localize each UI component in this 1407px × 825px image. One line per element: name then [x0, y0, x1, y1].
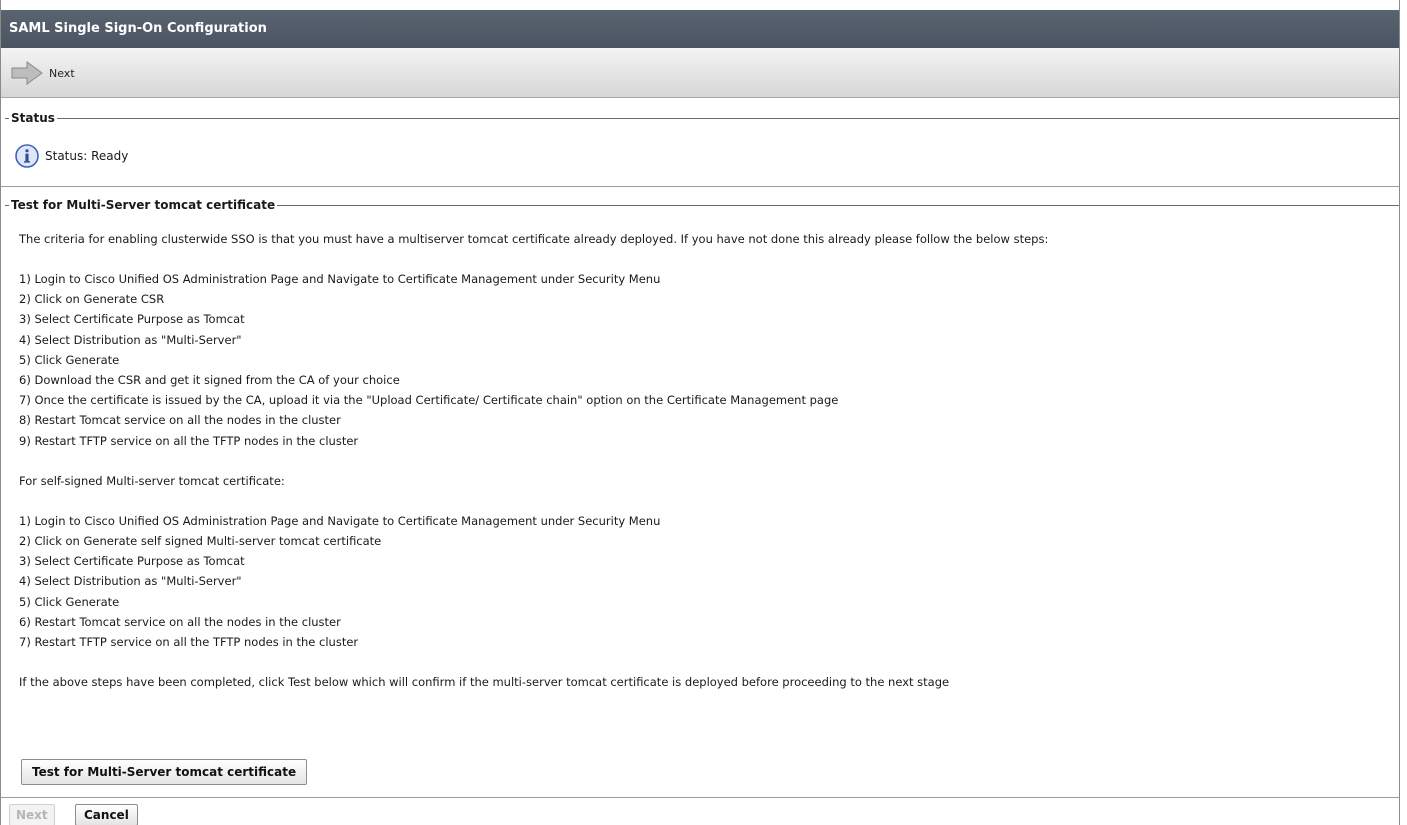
list-item: 6) Restart Tomcat service on all the nod…	[19, 614, 341, 629]
next-button[interactable]: Next	[9, 804, 55, 825]
saml-sso-window: SAML Single Sign-On Configuration Next S…	[0, 0, 1400, 825]
toolbar-next-button[interactable]: Next	[11, 58, 75, 88]
list-item: 5) Click Generate	[19, 352, 120, 367]
status-legend: Status	[11, 111, 55, 125]
list-item: 7) Once the certificate is issued by the…	[19, 393, 839, 408]
info-icon	[15, 144, 39, 168]
list-item: 2) Click on Generate self signed Multi-s…	[19, 534, 382, 549]
list-item: 2) Click on Generate CSR	[19, 292, 165, 307]
ca-steps-list: 1) Login to Cisco Unified OS Administrat…	[19, 269, 1389, 451]
list-item: 6) Download the CSR and get it signed fr…	[19, 373, 400, 388]
list-item: 1) Login to Cisco Unified OS Administrat…	[19, 513, 661, 528]
self-signed-heading: For self-signed Multi-server tomcat cert…	[19, 473, 285, 488]
divider	[1, 186, 1399, 187]
list-item: 3) Select Certificate Purpose as Tomcat	[19, 554, 245, 569]
status-group: Status Status: Ready	[5, 110, 1399, 182]
self-signed-steps-list: 1) Login to Cisco Unified OS Administrat…	[19, 511, 1389, 652]
outro-text: If the above steps have been completed, …	[19, 675, 950, 690]
toolbar: Next	[1, 48, 1399, 98]
status-row: Status: Ready	[15, 144, 128, 168]
test-certificate-button[interactable]: Test for Multi-Server tomcat certificate	[21, 759, 308, 785]
instructions: The criteria for enabling clusterwide SS…	[19, 229, 1389, 692]
toolbar-next-label: Next	[49, 66, 75, 80]
arrow-right-icon	[11, 61, 43, 85]
list-item: 1) Login to Cisco Unified OS Administrat…	[19, 272, 661, 286]
intro-text: The criteria for enabling clusterwide SS…	[19, 232, 1049, 246]
list-item: 4) Select Distribution as "Multi-Server"	[19, 332, 242, 347]
test-certificate-group: Test for Multi-Server tomcat certificate…	[5, 197, 1399, 797]
footer-bar: Next Cancel	[1, 797, 1399, 825]
list-item: 8) Restart Tomcat service on all the nod…	[19, 413, 341, 428]
test-legend: Test for Multi-Server tomcat certificate	[11, 198, 276, 212]
list-item: 5) Click Generate	[19, 594, 120, 609]
list-item: 4) Select Distribution as "Multi-Server"	[19, 574, 242, 589]
list-item: 3) Select Certificate Purpose as Tomcat	[19, 312, 245, 327]
list-item: 7) Restart TFTP service on all the TFTP …	[19, 635, 359, 650]
status-text: Status: Ready	[45, 149, 129, 163]
cancel-button[interactable]: Cancel	[75, 804, 138, 825]
window-title: SAML Single Sign-On Configuration	[1, 10, 1399, 48]
list-item: 9) Restart TFTP service on all the TFTP …	[19, 433, 359, 448]
